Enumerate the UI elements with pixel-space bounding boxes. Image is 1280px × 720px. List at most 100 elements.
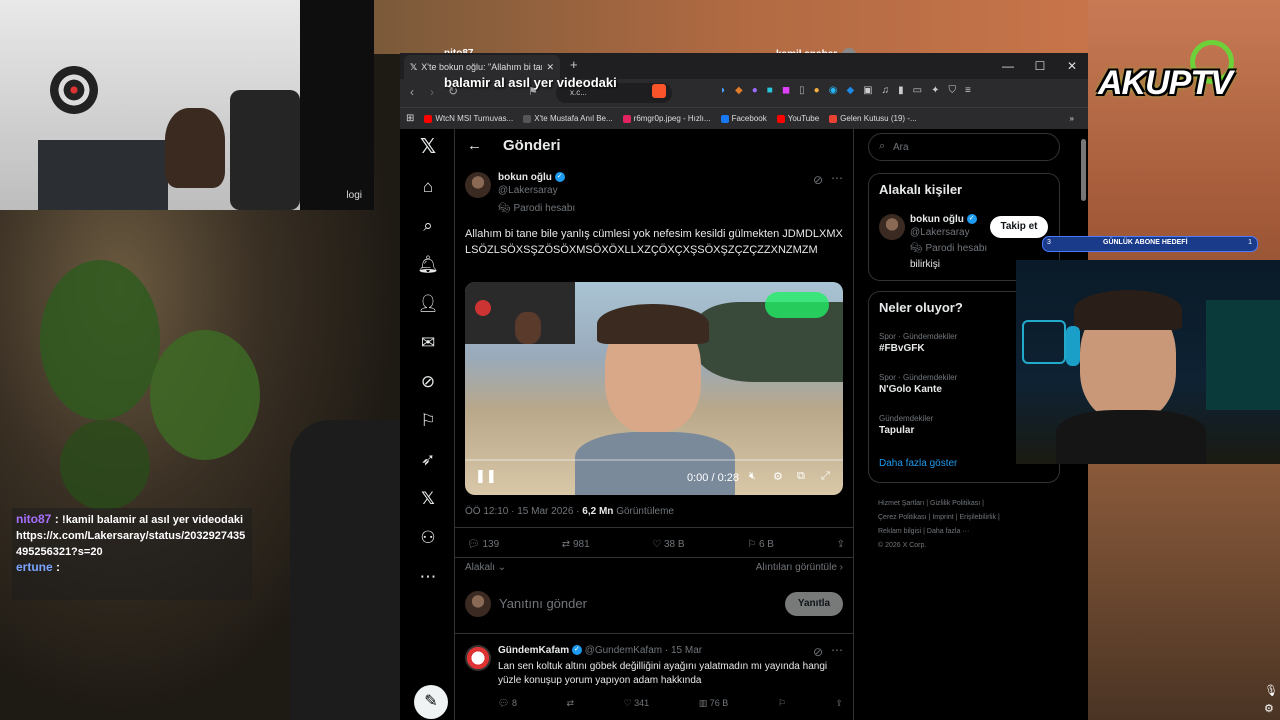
notifications-icon[interactable]: 🔔︎	[416, 253, 440, 277]
grok-explain-icon[interactable]: ⊘	[813, 645, 823, 659]
reply-more-icon[interactable]: ⋯	[831, 643, 843, 657]
footer-link[interactable]: Hizmet Şartları	[878, 500, 924, 507]
scrollbar[interactable]	[1081, 139, 1086, 201]
ai-icon[interactable]: ✦	[931, 85, 939, 96]
menu-icon[interactable]: ≡	[965, 85, 971, 96]
trend-item[interactable]: Spor · Gündemdekiler N'Golo Kante	[879, 373, 957, 395]
close-window-icon[interactable]: ✕	[1056, 53, 1088, 79]
related-dropdown[interactable]: Alakalı ⌄	[465, 562, 506, 573]
grok-explain-icon[interactable]: ⊘	[813, 173, 823, 187]
bookmark-item[interactable]: Gelen Kutusu (19) -...	[829, 114, 917, 123]
my-avatar	[465, 591, 491, 617]
music-icon[interactable]: ♫	[882, 85, 890, 96]
reply-author[interactable]: GündemKafam ✓ @GundemKafam · 15 Mar	[498, 645, 702, 656]
extension-icon[interactable]: ◆	[846, 85, 854, 96]
reply-button[interactable]: 💬︎ 8	[498, 698, 517, 709]
maximize-icon[interactable]: ☐	[1024, 53, 1056, 79]
bookmark-item[interactable]: r6mgr0p.jpeg - Hızlı...	[622, 114, 711, 123]
search-icon[interactable]: ⌕	[416, 214, 440, 238]
shield-icon[interactable]: ⛉	[948, 85, 956, 96]
sidebar-toggle-icon[interactable]: ▮	[898, 85, 904, 96]
repost-button[interactable]: ⇄	[567, 698, 575, 709]
follow-icon[interactable]: 👤︎	[416, 292, 440, 316]
wallet-icon[interactable]: ▭	[913, 85, 922, 96]
back-arrow-icon[interactable]: ←	[467, 137, 482, 154]
home-icon[interactable]: ⌂	[416, 175, 440, 199]
views-button[interactable]: ▥ 76 B	[699, 698, 729, 709]
bookmarks-icon[interactable]: ⚐	[416, 409, 440, 433]
share-icon[interactable]: ⇪	[835, 698, 843, 709]
minimize-icon[interactable]: —	[992, 53, 1024, 79]
show-more-link[interactable]: Daha fazla göster	[879, 458, 957, 469]
like-button[interactable]: ♡ 38 B	[652, 539, 684, 550]
extension-icon[interactable]: ◆	[735, 85, 743, 96]
view-quotes-link[interactable]: Alıntıları görüntüle ›	[756, 562, 843, 573]
more-bookmarks-icon[interactable]: »	[1070, 114, 1074, 123]
close-tab-icon[interactable]: ✕	[546, 62, 554, 73]
extension-icon[interactable]: ●	[814, 85, 820, 96]
chat-username: ertune	[16, 560, 53, 574]
new-tab-icon[interactable]: +	[570, 57, 578, 72]
reply-button[interactable]: 💬︎ 139	[467, 539, 499, 550]
post-handle[interactable]: @Lakersaray	[498, 185, 558, 196]
reply-input[interactable]: Yanıtını gönder	[499, 596, 587, 611]
footer-link[interactable]: Çerez Politikası	[878, 514, 927, 521]
search-input[interactable]: Ara	[893, 142, 909, 153]
search-box[interactable]: ⌕ Ara	[868, 133, 1060, 161]
settings-icon[interactable]: ⚙	[773, 470, 783, 483]
extension-icon[interactable]: ◼	[782, 85, 790, 96]
bookmark-item[interactable]: YouTube	[776, 114, 819, 123]
share-icon[interactable]: ⇪	[837, 539, 845, 550]
extension-icon[interactable]: ▯	[799, 85, 805, 96]
apps-grid-icon[interactable]: ⊞	[406, 113, 414, 124]
reply-submit-button[interactable]: Yanıtla	[785, 592, 843, 616]
person-handle[interactable]: @Lakersaray	[910, 227, 970, 238]
post-author[interactable]: bokun oğlu ✓	[498, 172, 565, 183]
bookmark-item[interactable]: Facebook	[720, 114, 767, 123]
bookmark-button[interactable]: ⚐ 6 B	[747, 539, 774, 550]
pip-icon[interactable]: ⧉	[797, 470, 805, 483]
extension-icon[interactable]: ◉	[829, 85, 838, 96]
extension-icon[interactable]: ◗	[720, 85, 726, 96]
mute-icon[interactable]: 🔇︎	[749, 470, 756, 483]
premium-icon[interactable]: 𝕏	[416, 487, 440, 511]
footer-link[interactable]: Gizlilik Politikası	[930, 500, 980, 507]
x-home-logo-icon[interactable]: 𝕏	[416, 135, 440, 159]
bookmark-item[interactable]: WtcN MSI Turnuvas...	[424, 114, 513, 123]
footer-link[interactable]: Imprint	[932, 514, 953, 521]
follow-button[interactable]: Takip et	[990, 216, 1048, 238]
more-icon[interactable]: ⋯	[416, 565, 440, 589]
footer-link[interactable]: Reklam bilgisi	[878, 528, 921, 535]
bookmark-item[interactable]: X'te Mustafa Anıl Be...	[523, 114, 613, 123]
related-title: Alakalı kişiler	[879, 182, 963, 197]
trend-item[interactable]: Spor · Gündemdekiler #FBvGFK	[879, 332, 957, 354]
video-player[interactable]: ❚❚ 0:00 / 0:28 🔇︎ ⚙ ⧉ ⤢	[465, 282, 843, 495]
extension-icon[interactable]: ●	[752, 85, 758, 96]
extension-icon[interactable]: ▣	[863, 85, 872, 96]
post-more-icon[interactable]: ⋯	[831, 171, 843, 185]
bookmark-button[interactable]: ⚐	[778, 698, 786, 709]
like-button[interactable]: ♡ 341	[624, 698, 650, 709]
profile-icon[interactable]: ⚇	[416, 526, 440, 550]
author-avatar[interactable]	[465, 172, 491, 198]
rocket-icon[interactable]: ➶	[416, 448, 440, 472]
extension-icon[interactable]: ■	[767, 85, 773, 96]
trend-item[interactable]: Gündemdekiler Tapular	[879, 414, 933, 436]
messages-icon[interactable]: ✉	[416, 331, 440, 355]
x-left-nav: 𝕏 ⌂ ⌕ 🔔︎ 👤︎ ✉ ⊘ ⚐ ➶ 𝕏 ⚇ ⋯ ✎	[400, 129, 456, 720]
person-avatar[interactable]	[879, 214, 905, 240]
grok-icon[interactable]: ⊘	[416, 370, 440, 394]
compose-post-icon[interactable]: ✎	[414, 685, 448, 719]
video-progress-track[interactable]	[465, 459, 843, 461]
footer-link[interactable]: Daha fazla ···	[927, 528, 969, 535]
forward-icon[interactable]: ›	[430, 85, 434, 99]
plant-decoration	[150, 330, 260, 460]
back-icon[interactable]: ‹	[410, 85, 414, 99]
pause-icon[interactable]: ❚❚	[475, 468, 497, 484]
brave-shield-icon[interactable]	[652, 84, 666, 98]
reply-author-avatar[interactable]	[465, 645, 491, 671]
footer-link[interactable]: Erişilebilirlik	[959, 514, 996, 521]
fullscreen-icon[interactable]: ⤢	[821, 470, 830, 483]
person-name[interactable]: bokun oğlu ✓	[910, 214, 977, 225]
repost-button[interactable]: ⇄ 981	[562, 539, 590, 550]
